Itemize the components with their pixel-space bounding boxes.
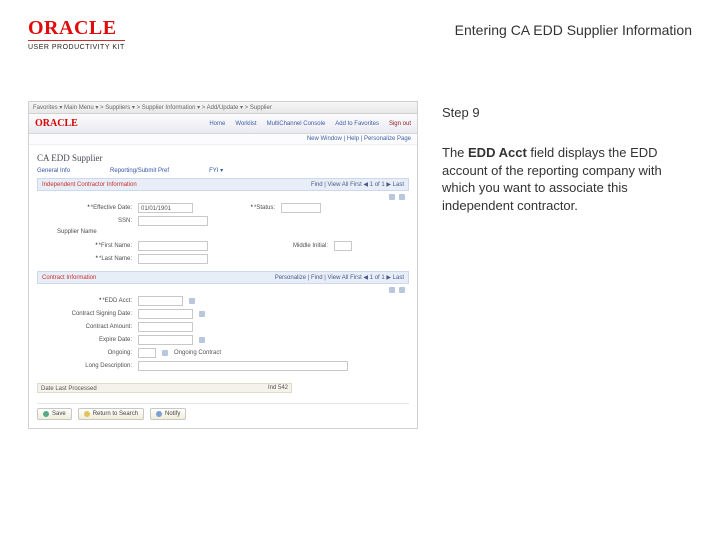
lbl-ssn: SSN:	[37, 218, 132, 224]
tab-fyi[interactable]: FYI ▾	[209, 167, 223, 174]
delete-row-icon[interactable]	[399, 194, 405, 200]
input-expire[interactable]	[138, 335, 193, 345]
lbl-first-name: *First Name:	[37, 243, 132, 249]
lbl-expire: Expire Date:	[37, 337, 132, 343]
notify-button-label: Notify	[165, 411, 180, 417]
input-mi[interactable]	[334, 241, 352, 251]
lbl-status: *Status:	[235, 205, 275, 211]
oracle-logo: ORACLE	[28, 18, 125, 38]
save-button[interactable]: Save	[37, 408, 72, 420]
instruction-bold: EDD Acct	[468, 145, 527, 160]
app-logo: ORACLE	[35, 118, 78, 129]
ongoing-text: Ongoing Contract	[174, 350, 221, 356]
lbl-amount: Contract Amount:	[37, 324, 132, 330]
add-row-icon[interactable]	[389, 287, 395, 293]
oracle-logo-block: ORACLE USER PRODUCTIVITY KIT	[28, 18, 125, 51]
page-title: CA EDD Supplier	[37, 153, 409, 163]
instruction-text: The EDD Acct field displays the EDD acco…	[442, 144, 692, 214]
calendar-icon[interactable]	[199, 337, 205, 343]
nav-worklist[interactable]: Worklist	[235, 121, 256, 127]
calendar-icon[interactable]	[199, 311, 205, 317]
step-label: Step 9	[442, 105, 692, 120]
app-screenshot: Favorites ▾ Main Menu ▾ > Suppliers ▾ > …	[28, 101, 418, 429]
notify-button[interactable]: Notify	[150, 408, 186, 420]
nav-signout[interactable]: Sign out	[389, 121, 411, 127]
lbl-supplier-name: Supplier Name	[57, 229, 97, 235]
input-last-name[interactable]	[138, 254, 208, 264]
input-eff-date[interactable]: 01/01/1901	[138, 203, 193, 213]
instruction-lead: The	[442, 145, 468, 160]
save-button-label: Save	[52, 411, 66, 417]
screenshot-column: Favorites ▾ Main Menu ▾ > Suppliers ▾ > …	[28, 101, 418, 540]
section-tools[interactable]: Find | View All First ◀ 1 of 1 ▶ Last	[311, 181, 404, 188]
section-independent-contractor: Independent Contractor Information	[42, 182, 137, 188]
upk-label: USER PRODUCTIVITY KIT	[28, 40, 125, 51]
page-tools-line[interactable]: New Window | Help | Personalize Page	[29, 134, 417, 145]
input-ssn[interactable]	[138, 216, 208, 226]
section-contract-info: Contract Information	[42, 275, 96, 281]
return-button-label: Return to Search	[93, 411, 138, 417]
lbl-eff-date: *Effective Date:	[37, 205, 132, 211]
input-ongoing-code[interactable]	[138, 348, 156, 358]
input-amount[interactable]	[138, 322, 193, 332]
instruction-column: Step 9 The EDD Acct field displays the E…	[442, 101, 692, 540]
breadcrumb: Favorites ▾ Main Menu ▾ > Suppliers ▾ > …	[29, 102, 417, 114]
lookup-icon[interactable]	[162, 350, 168, 356]
delete-row-icon[interactable]	[399, 287, 405, 293]
page-header: ORACLE USER PRODUCTIVITY KIT Entering CA…	[0, 0, 720, 61]
document-title: Entering CA EDD Supplier Information	[455, 18, 692, 38]
return-button[interactable]: Return to Search	[78, 408, 144, 420]
top-nav: Home Worklist MultiChannel Console Add t…	[209, 121, 411, 127]
tab-reporting[interactable]: Reporting/Submit Pref	[110, 168, 169, 174]
input-first-name[interactable]	[138, 241, 208, 251]
lookup-icon[interactable]	[189, 298, 195, 304]
lbl-edd-acct: *EDD Acct:	[37, 298, 132, 304]
lbl-ongoing: Ongoing:	[37, 350, 132, 356]
lbl-long-desc: Long Description:	[37, 363, 132, 369]
nav-home[interactable]: Home	[209, 121, 225, 127]
trigger-val: Ind 542	[268, 383, 288, 393]
nav-fav[interactable]: Add to Favorites	[335, 121, 379, 127]
lbl-sign-date: Contract Signing Date:	[37, 311, 132, 317]
input-long-desc[interactable]	[138, 361, 348, 371]
input-sign-date[interactable]	[138, 309, 193, 319]
contract-tools[interactable]: Personalize | Find | View All First ◀ 1 …	[275, 274, 404, 281]
input-status[interactable]	[281, 203, 321, 213]
nav-mcc[interactable]: MultiChannel Console	[267, 121, 326, 127]
tab-general-info[interactable]: General Info	[37, 168, 70, 174]
trigger-bar[interactable]: Date Last Processed Ind 542	[37, 383, 292, 393]
trigger-label: Date Last Processed	[41, 384, 97, 392]
lbl-last-name: *Last Name:	[37, 256, 132, 262]
add-row-icon[interactable]	[389, 194, 395, 200]
input-edd-acct[interactable]	[138, 296, 183, 306]
lbl-mi: Middle Initial:	[268, 243, 328, 249]
